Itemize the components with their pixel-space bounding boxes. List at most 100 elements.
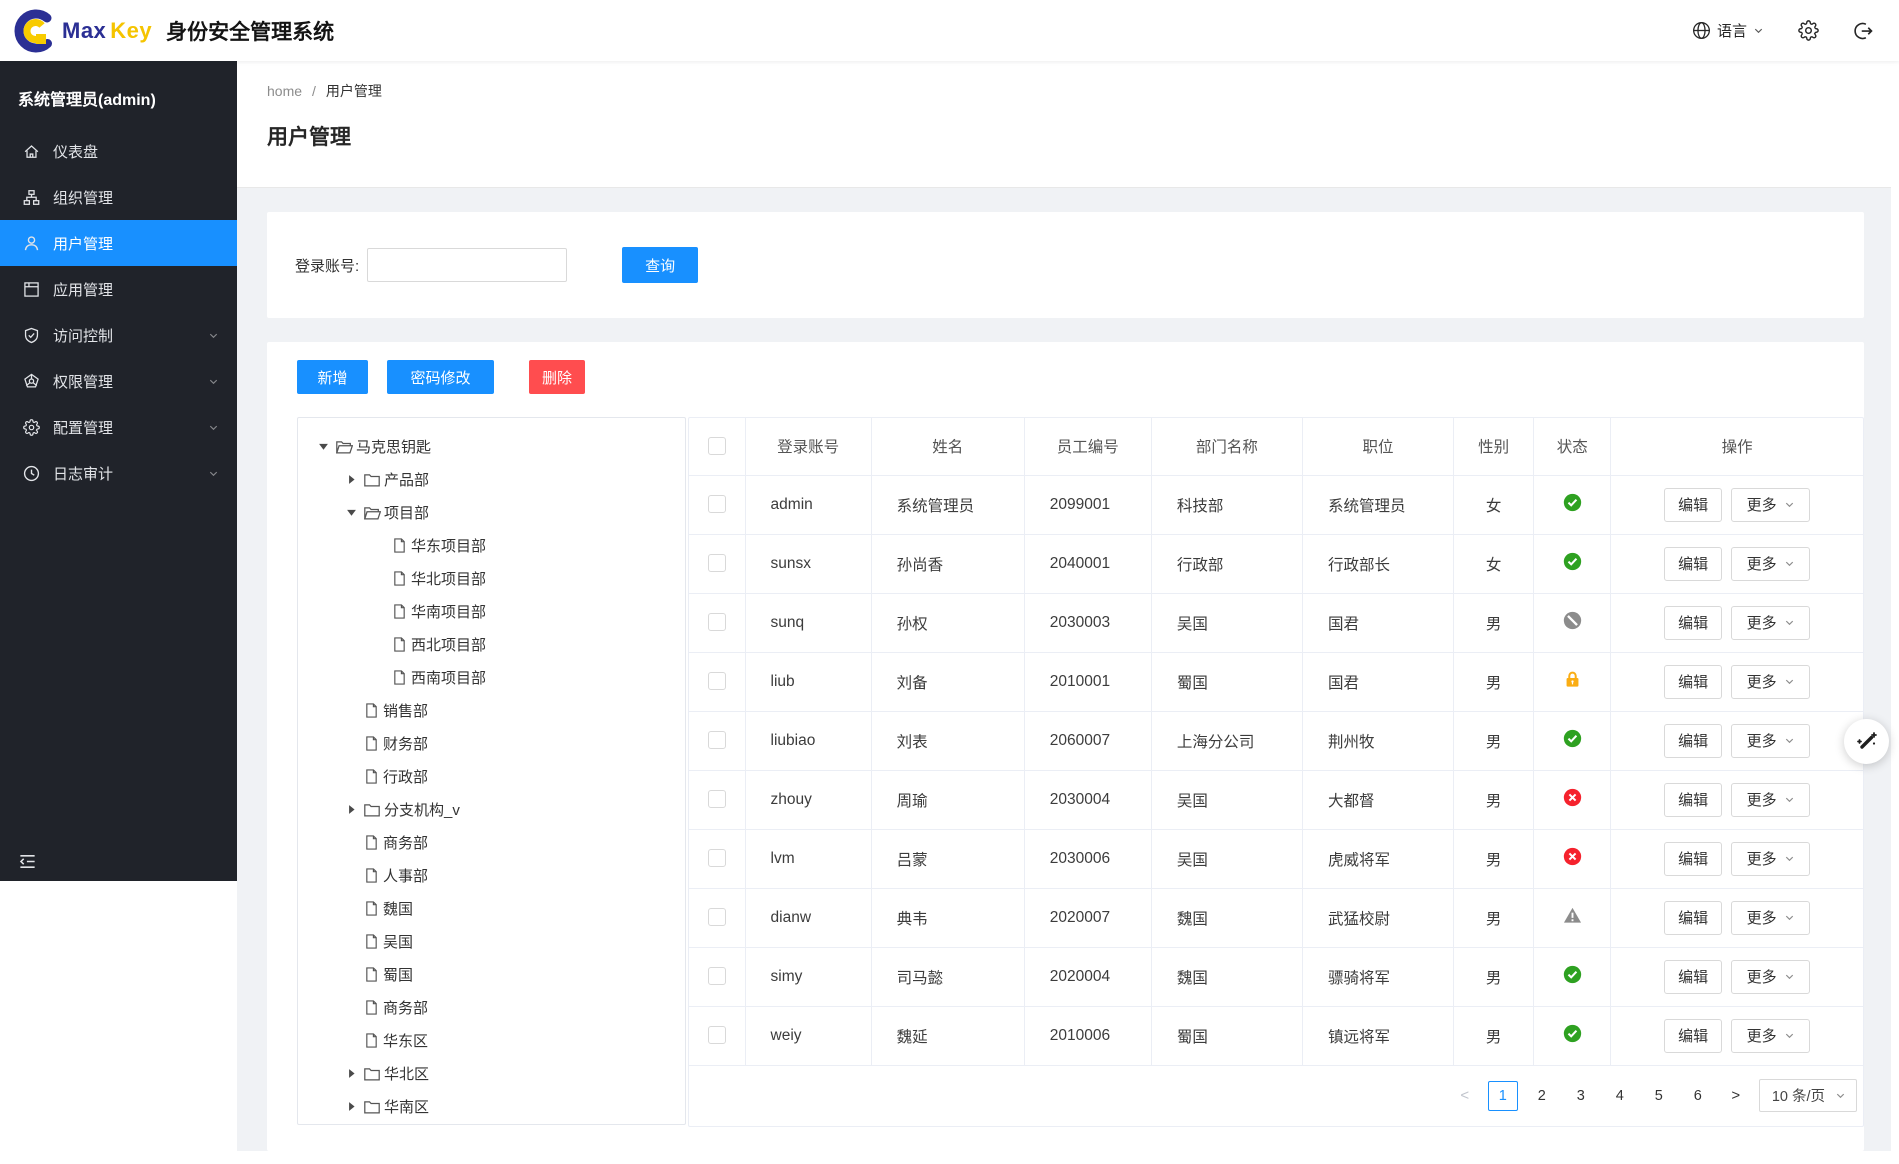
caret-expanded-icon[interactable]	[311, 441, 335, 452]
cell-account: admin	[745, 475, 872, 535]
page-button-4[interactable]: 4	[1605, 1081, 1635, 1111]
sidebar-item-org[interactable]: 组织管理	[0, 174, 237, 220]
sidebar-item-access[interactable]: 访问控制	[0, 312, 237, 358]
row-checkbox[interactable]	[707, 672, 726, 691]
row-checkbox[interactable]	[707, 731, 726, 750]
edit-button[interactable]: 编辑	[1664, 664, 1723, 699]
login-account-input[interactable]	[367, 248, 568, 282]
edit-button[interactable]: 编辑	[1664, 1018, 1723, 1053]
magic-wand-button[interactable]	[1844, 719, 1889, 764]
next-page-button[interactable]: >	[1722, 1087, 1750, 1104]
caret-collapsed-icon[interactable]	[339, 1068, 363, 1079]
delete-button[interactable]: 删除	[529, 360, 585, 394]
tree-node[interactable]: 马克思钥匙	[298, 430, 685, 463]
edit-button[interactable]: 编辑	[1664, 782, 1723, 817]
more-button[interactable]: 更多	[1731, 1018, 1811, 1053]
tree-node[interactable]: 行政部	[298, 760, 685, 793]
caret-collapsed-icon[interactable]	[339, 474, 363, 485]
more-button[interactable]: 更多	[1731, 487, 1811, 522]
tree-node[interactable]: 商务部	[298, 991, 685, 1024]
more-button[interactable]: 更多	[1731, 782, 1811, 817]
tree-node[interactable]: 华北项目部	[298, 562, 685, 595]
file-icon	[363, 966, 380, 983]
page-button-3[interactable]: 3	[1566, 1081, 1596, 1111]
tree-node[interactable]: 华东区	[298, 1024, 685, 1057]
cell-employee-id: 2030003	[1024, 593, 1152, 653]
edit-button[interactable]: 编辑	[1664, 723, 1723, 758]
row-checkbox[interactable]	[707, 908, 726, 927]
cell-employee-id: 2010006	[1024, 1006, 1152, 1066]
tree-node[interactable]: 财务部	[298, 727, 685, 760]
more-button[interactable]: 更多	[1731, 605, 1811, 640]
page-size-select[interactable]: 10 条/页	[1758, 1079, 1857, 1112]
more-button[interactable]: 更多	[1731, 546, 1811, 581]
tree-node[interactable]: 华南区	[298, 1090, 685, 1123]
edit-button[interactable]: 编辑	[1664, 900, 1723, 935]
tree-node[interactable]: 华南项目部	[298, 595, 685, 628]
tree-node[interactable]: 分支机构_v	[298, 793, 685, 826]
collapse-sidebar-icon[interactable]	[18, 852, 37, 871]
caret-expanded-icon[interactable]	[339, 507, 363, 518]
select-all-checkbox[interactable]	[707, 437, 726, 456]
tree-node[interactable]: 吴国	[298, 925, 685, 958]
tree-node[interactable]: 华北区	[298, 1057, 685, 1090]
cell-name: 典韦	[871, 888, 1025, 948]
tree-node[interactable]: 人事部	[298, 859, 685, 892]
tree-node[interactable]: 西北项目部	[298, 628, 685, 661]
prev-page-button[interactable]: <	[1451, 1087, 1479, 1104]
tree-node[interactable]: 销售部	[298, 694, 685, 727]
scrollbar-track[interactable]	[1891, 61, 1899, 1164]
cell-employee-id: 2020007	[1024, 888, 1152, 948]
edit-button[interactable]: 编辑	[1664, 546, 1723, 581]
cell-gender: 男	[1453, 770, 1535, 830]
tree-node[interactable]: 魏国	[298, 892, 685, 925]
query-button[interactable]: 查询	[622, 247, 699, 283]
row-checkbox[interactable]	[707, 495, 726, 514]
more-button[interactable]: 更多	[1731, 900, 1811, 935]
sidebar-item-apps[interactable]: 应用管理	[0, 266, 237, 312]
change-password-button[interactable]: 密码修改	[387, 360, 494, 394]
edit-button[interactable]: 编辑	[1664, 959, 1723, 994]
status-enabled-icon	[1563, 965, 1582, 984]
edit-button[interactable]: 编辑	[1664, 841, 1723, 876]
edit-button[interactable]: 编辑	[1664, 487, 1723, 522]
breadcrumb-home[interactable]: home	[267, 83, 302, 99]
sidebar-item-audit[interactable]: 日志审计	[0, 450, 237, 496]
tree-node[interactable]: 项目部	[298, 496, 685, 529]
page-button-5[interactable]: 5	[1644, 1081, 1674, 1111]
tree-node[interactable]: 产品部	[298, 463, 685, 496]
tree-node[interactable]: 西南项目部	[298, 661, 685, 694]
add-button[interactable]: 新增	[297, 360, 368, 394]
tree-node[interactable]: 蜀国	[298, 958, 685, 991]
cell-position: 骠骑将军	[1302, 947, 1455, 1007]
search-card: 登录账号: 查询	[267, 212, 1864, 318]
more-button[interactable]: 更多	[1731, 959, 1811, 994]
sidebar-item-dashboard[interactable]: 仪表盘	[0, 128, 237, 174]
search-label: 登录账号:	[295, 257, 360, 275]
sidebar-item-perms[interactable]: 权限管理	[0, 358, 237, 404]
caret-collapsed-icon[interactable]	[339, 1101, 363, 1112]
row-checkbox[interactable]	[707, 1026, 726, 1045]
page-button-1[interactable]: 1	[1487, 1080, 1518, 1111]
row-checkbox[interactable]	[707, 613, 726, 632]
more-button-label: 更多	[1746, 910, 1777, 927]
row-checkbox[interactable]	[707, 849, 726, 868]
tree-node[interactable]: 商务部	[298, 826, 685, 859]
sidebar-item-users[interactable]: 用户管理	[0, 220, 237, 266]
edit-button[interactable]: 编辑	[1664, 605, 1723, 640]
row-checkbox[interactable]	[707, 554, 726, 573]
page-button-2[interactable]: 2	[1527, 1081, 1557, 1111]
more-button[interactable]: 更多	[1731, 841, 1811, 876]
more-button[interactable]: 更多	[1731, 664, 1811, 699]
row-checkbox[interactable]	[707, 967, 726, 986]
row-checkbox[interactable]	[707, 790, 726, 809]
tree-node[interactable]: 华东项目部	[298, 529, 685, 562]
language-menu[interactable]: 语言	[1692, 20, 1764, 41]
settings-gear-icon[interactable]	[1798, 20, 1819, 41]
more-button[interactable]: 更多	[1731, 723, 1811, 758]
page-button-6[interactable]: 6	[1683, 1081, 1713, 1111]
clock-icon	[22, 465, 40, 482]
sidebar-item-config[interactable]: 配置管理	[0, 404, 237, 450]
caret-collapsed-icon[interactable]	[339, 804, 363, 815]
logout-icon[interactable]	[1853, 21, 1873, 41]
